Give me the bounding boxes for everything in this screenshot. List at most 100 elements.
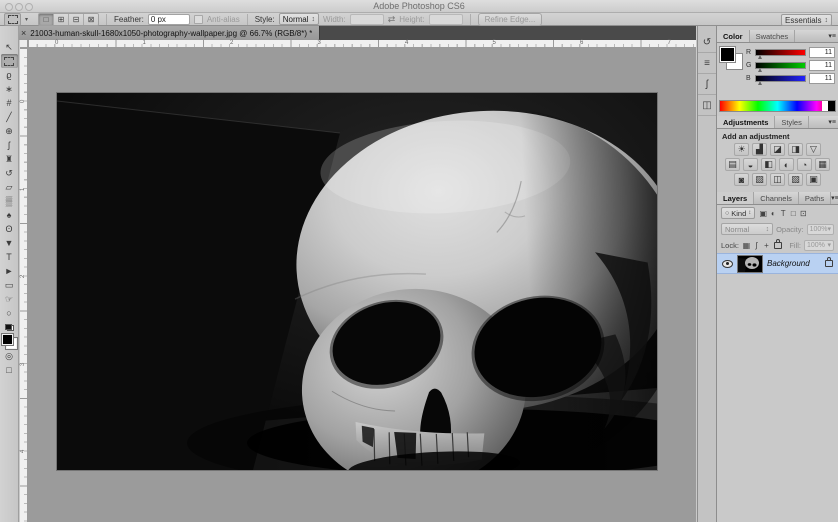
tab-swatches[interactable]: Swatches [750,30,796,42]
gradient-map-icon[interactable]: ▧ [788,173,803,186]
anti-alias-checkbox[interactable] [193,14,203,24]
path-selection-tool[interactable]: ► [1,264,18,278]
tool-preset-picker[interactable] [4,12,21,26]
lock-transparency-icon[interactable]: ▦ [742,241,751,250]
height-input[interactable] [428,13,463,25]
filter-type-layers-icon[interactable]: T [778,209,788,218]
channel-track[interactable] [755,48,806,59]
channel-mixer-icon[interactable]: ◔ [797,158,812,171]
workspace-switcher[interactable]: Essentials ↕ [781,14,832,26]
slider-thumb-icon[interactable] [758,54,762,59]
filter-shape-layers-icon[interactable]: □ [788,209,798,218]
history-panel-icon[interactable]: ↺ [698,32,716,53]
tool-preset-arrow-icon[interactable]: ▾ [25,16,28,23]
lock-pixels-icon[interactable]: ʃ [752,241,761,250]
eyedropper-tool[interactable]: ╱ [1,110,18,124]
refine-edge-button[interactable]: Refine Edge... [477,12,543,26]
exposure-icon[interactable]: ◨ [788,143,803,156]
horizontal-ruler[interactable]: 0 1 2 3 4 5 6 7 [28,40,696,48]
filter-smart-objects-icon[interactable]: ⊡ [798,209,808,218]
lock-all-icon[interactable] [773,238,782,249]
close-tab-icon[interactable]: × [21,28,26,38]
clone-stamp-tool[interactable]: ♜ [1,152,18,166]
quick-mask-button[interactable]: ◎ [1,349,18,363]
color-swatches-widget[interactable] [719,46,743,70]
tab-paths[interactable]: Paths [799,192,832,204]
photo-filter-icon[interactable]: ◐ [779,158,794,171]
blur-tool[interactable]: ♠ [1,208,18,222]
tab-styles[interactable]: Styles [775,116,809,128]
foreground-color[interactable] [0,333,14,346]
panel-menu-icon[interactable]: ▾≡ [831,192,838,204]
blend-mode-dropdown[interactable]: Normal ↕ [721,223,774,235]
properties-panel-icon[interactable]: ≡ [698,53,716,74]
invert-icon[interactable]: ◙ [734,173,749,186]
curves-icon[interactable]: ◪ [770,143,785,156]
threshold-icon[interactable]: ◫ [770,173,785,186]
crop-tool[interactable]: # [1,96,18,110]
brush-panel-icon[interactable]: ʃ [698,74,716,95]
filter-adjustment-layers-icon[interactable]: ◐ [768,209,778,218]
style-dropdown[interactable]: Normal ↕ [278,13,320,25]
swap-dimensions-icon[interactable]: ⇄ [388,14,396,25]
gradient-tool[interactable]: ▒ [1,194,18,208]
tab-adjustments[interactable]: Adjustments [717,116,776,128]
filter-pixel-layers-icon[interactable]: ▣ [758,209,768,218]
hand-tool[interactable]: ☞ [1,292,18,306]
window-zoom-button[interactable] [25,3,33,11]
color-spectrum-ramp[interactable] [719,100,836,112]
color-lookup-icon[interactable]: ▦ [815,158,830,171]
channel-track[interactable] [755,61,806,72]
screen-mode-button[interactable]: □ [1,363,18,377]
rectangular-marquee-tool[interactable] [0,54,18,68]
subtract-from-selection-button[interactable]: ⊟ [69,13,85,25]
selective-color-icon[interactable]: ▣ [806,173,821,186]
default-colors-icon[interactable] [4,324,14,331]
levels-icon[interactable]: ▟ [752,143,767,156]
slider-thumb-icon[interactable] [758,80,762,85]
vibrance-icon[interactable]: ▽ [806,143,821,156]
layer-visibility-eye-icon[interactable] [722,259,733,268]
layer-filter-kind-dropdown[interactable]: ○ Kind ↕ [721,207,756,219]
lock-position-icon[interactable]: + [762,241,771,250]
channel-track[interactable] [755,74,806,85]
black-white-icon[interactable]: ◧ [761,158,776,171]
vertical-ruler[interactable]: 0 1 2 3 4 [20,48,28,522]
eraser-tool[interactable]: ▱ [1,180,18,194]
panel-menu-icon[interactable]: ▾≡ [828,116,838,128]
zoom-tool[interactable]: ○ [1,306,18,320]
document-image-skull-photo[interactable] [57,93,657,470]
opacity-field[interactable]: 100% ▾ [806,223,834,235]
toolbar-color-swatches[interactable] [0,333,18,350]
hue-saturation-icon[interactable]: ▤ [725,158,740,171]
feather-input[interactable]: 0 px [147,13,190,25]
lasso-tool[interactable]: ϱ [1,68,18,82]
dodge-tool[interactable]: ʘ [1,222,18,236]
rectangle-tool[interactable]: ▭ [1,278,18,292]
foreground-color-swatch[interactable] [719,46,736,63]
spot-healing-brush-tool[interactable]: ⊕ [1,124,18,138]
panel-menu-icon[interactable]: ▾≡ [828,30,838,42]
tab-layers[interactable]: Layers [717,192,755,204]
window-minimize-button[interactable] [15,3,23,11]
document-tab[interactable]: × 21003-human-skull-1680x1050-photograph… [14,26,321,40]
spectrum-black-swatch[interactable] [828,101,835,111]
pen-tool[interactable]: ▼ [1,236,18,250]
quick-selection-tool[interactable]: ∗ [1,82,18,96]
brightness-contrast-icon[interactable]: ☀ [734,143,749,156]
move-tool[interactable]: ↖ [1,40,18,54]
layer-row-background[interactable]: Background [717,253,838,274]
window-close-button[interactable] [5,3,13,11]
posterize-icon[interactable]: ▨ [752,173,767,186]
canvas-area[interactable] [28,48,696,522]
new-selection-button[interactable]: □ [39,13,55,25]
brush-tool[interactable]: ʃ [1,138,18,152]
history-brush-tool[interactable]: ↺ [1,166,18,180]
add-to-selection-button[interactable]: ⊞ [54,13,70,25]
slider-thumb-icon[interactable] [758,67,762,72]
width-input[interactable] [349,13,384,25]
intersect-selection-button[interactable]: ⊠ [84,13,99,25]
tab-channels[interactable]: Channels [754,192,799,204]
type-tool[interactable]: T [1,250,18,264]
channel-value-field[interactable]: 11 [809,72,835,84]
